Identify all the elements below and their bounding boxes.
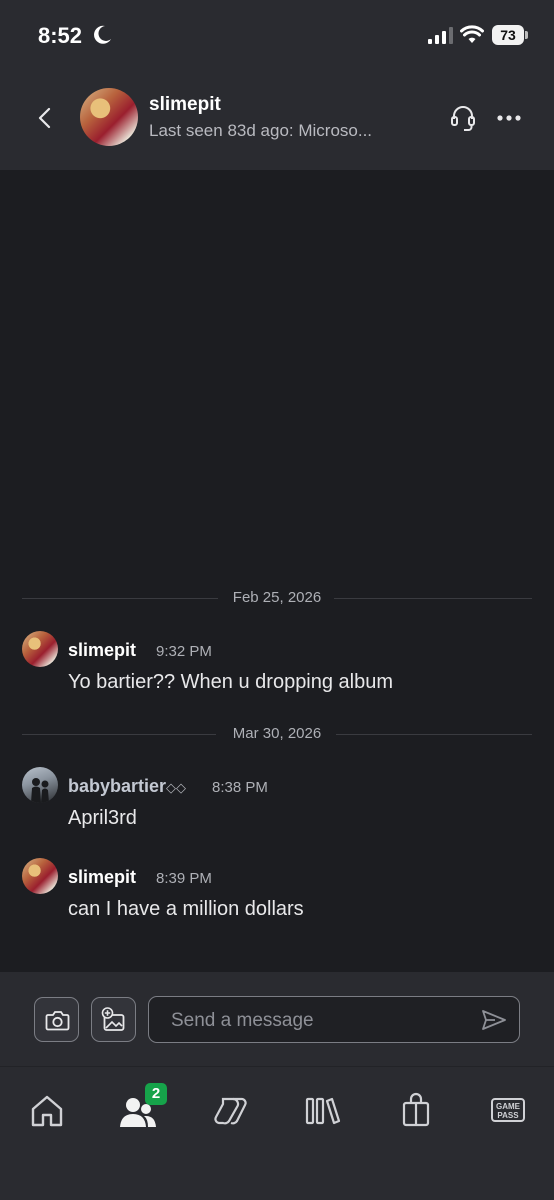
camera-icon	[45, 1011, 70, 1031]
sender-avatar[interactable]	[22, 858, 58, 894]
add-image-icon	[101, 1007, 125, 1031]
separator-line	[334, 598, 532, 599]
back-chevron-icon[interactable]	[30, 103, 60, 133]
camera-button[interactable]	[34, 997, 79, 1042]
status-time: 8:52	[38, 23, 83, 48]
contact-avatar[interactable]	[80, 88, 138, 146]
bottom-navigation: 2 GAME PASS	[0, 1066, 554, 1200]
message: babybartier◇◇ 8:38 PM April3rd	[22, 767, 532, 837]
friends-badge: 2	[145, 1083, 167, 1105]
game-pass-icon[interactable]: GAME PASS	[491, 1098, 525, 1122]
contact-name[interactable]: slimepit	[149, 94, 221, 116]
message-input-placeholder: Send a message	[171, 1010, 314, 1031]
contact-presence: Last seen 83d ago: Microso...	[149, 121, 373, 140]
message-text: April3rd	[68, 807, 137, 829]
battery-icon: 73	[492, 25, 524, 45]
message-text: can I have a million dollars	[68, 898, 304, 920]
battery-tip	[525, 31, 528, 39]
sender-name-suffix: ◇◇	[166, 780, 187, 795]
home-icon[interactable]	[27, 1091, 67, 1131]
sender-name-text: babybartier	[68, 776, 167, 796]
sender-name[interactable]: babybartier◇◇	[68, 776, 186, 797]
message: slimepit 8:39 PM can I have a million do…	[22, 858, 532, 928]
message-input[interactable]: Send a message	[148, 996, 520, 1043]
composer-bar: Send a message	[0, 972, 554, 1066]
message-time: 9:32 PM	[156, 643, 212, 660]
message: slimepit 9:32 PM Yo bartier?? When u dro…	[22, 631, 532, 701]
more-options-icon[interactable]	[495, 106, 523, 130]
sender-avatar[interactable]	[22, 631, 58, 667]
store-icon[interactable]	[396, 1091, 436, 1131]
library-icon[interactable]	[302, 1091, 342, 1131]
separator-line	[336, 734, 532, 735]
wifi-icon	[460, 25, 484, 43]
date-separator: Mar 30, 2026	[22, 724, 532, 744]
signal-icon	[428, 27, 453, 44]
headset-icon[interactable]	[450, 104, 476, 132]
message-time: 8:38 PM	[212, 779, 268, 796]
game-pass-label-line1: GAME	[496, 1102, 520, 1111]
message-time: 8:39 PM	[156, 870, 212, 887]
chat-header: slimepit Last seen 83d ago: Microso...	[0, 70, 554, 170]
game-pass-label-line2: PASS	[497, 1111, 519, 1120]
message-text: Yo bartier?? When u dropping album	[68, 671, 394, 693]
add-image-button[interactable]	[91, 997, 136, 1042]
sender-avatar[interactable]	[22, 767, 58, 803]
status-bar: 8:52 73	[0, 0, 554, 70]
moon-icon	[94, 25, 111, 44]
send-icon[interactable]	[481, 1008, 507, 1032]
sender-name[interactable]: slimepit	[68, 640, 136, 661]
collections-icon[interactable]	[211, 1091, 251, 1131]
sender-name[interactable]: slimepit	[68, 867, 136, 888]
silhouette-figure	[31, 778, 49, 803]
date-separator: Feb 25, 2026	[22, 588, 532, 608]
